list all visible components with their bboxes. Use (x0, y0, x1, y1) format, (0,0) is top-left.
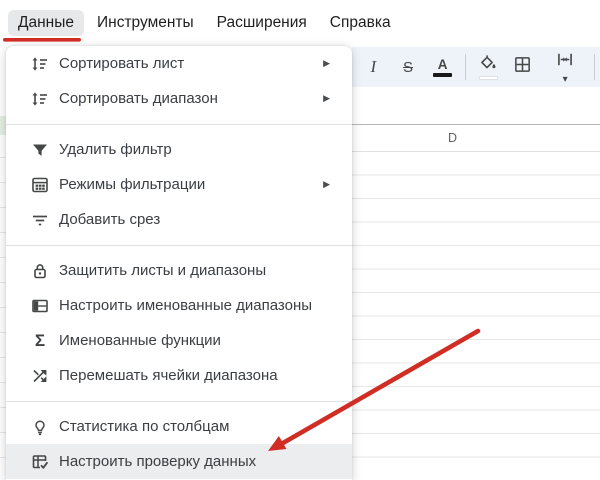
strikethrough-icon: S (403, 59, 413, 76)
submenu-caret-icon: ▶ (323, 58, 330, 69)
menu-tab-extensions[interactable]: Расширения (207, 10, 317, 36)
menu-item-protect-sheets[interactable]: Защитить листы и диапазоны (6, 253, 352, 288)
text-color-swatch (433, 73, 452, 77)
sheet-cells-area[interactable] (352, 152, 600, 480)
italic-button[interactable]: I (356, 51, 391, 83)
menu-item-label: Именованные функции (59, 332, 221, 349)
slicer-icon (30, 210, 50, 230)
google-sheets-window: D I S A (0, 0, 600, 480)
toolbar-divider (465, 54, 466, 80)
sort-range-icon (30, 89, 50, 109)
merge-dropdown-caret[interactable]: ▾ (563, 74, 568, 85)
menu-bar: Данные Инструменты Расширения Справка (0, 0, 600, 46)
menu-item-label: Перемешать ячейки диапазона (59, 367, 278, 384)
strikethrough-button[interactable]: S (391, 51, 426, 83)
submenu-caret-icon: ▶ (323, 179, 330, 190)
menu-item-label: Добавить срез (59, 211, 160, 228)
menu-item-data-validation[interactable]: Настроить проверку данных (6, 444, 352, 479)
menu-tab-tools[interactable]: Инструменты (87, 10, 204, 36)
text-color-icon: A (438, 58, 448, 71)
lock-icon (30, 261, 50, 281)
borders-button[interactable] (506, 51, 541, 83)
menu-item-named-ranges[interactable]: Настроить именованные диапазоны (6, 288, 352, 323)
fill-color-icon (479, 54, 497, 74)
menu-item-label: Настроить проверку данных (59, 453, 256, 470)
menu-tab-data[interactable]: Данные (8, 10, 84, 36)
merge-cells-icon (555, 50, 575, 74)
menu-divider (6, 237, 352, 253)
filter-icon (30, 140, 50, 160)
menu-item-label: Сортировать диапазон (59, 90, 218, 107)
menu-item-sort-range[interactable]: Сортировать диапазон ▶ (6, 81, 352, 116)
menu-divider (6, 116, 352, 132)
menu-item-label: Сортировать лист (59, 55, 184, 72)
menu-item-column-stats[interactable]: Статистика по столбцам (6, 409, 352, 444)
merge-cells-button[interactable]: ▾ (540, 51, 589, 83)
menu-item-label: Защитить листы и диапазоны (59, 262, 266, 279)
menu-item-sort-sheet[interactable]: Сортировать лист ▶ (6, 46, 352, 81)
menu-item-filter-views[interactable]: Режимы фильтрации ▶ (6, 167, 352, 202)
menu-tab-help[interactable]: Справка (320, 10, 401, 36)
data-validation-icon (30, 452, 50, 472)
menu-item-label: Настроить именованные диапазоны (59, 297, 312, 314)
data-menu-dropdown: Сортировать лист ▶ Сортировать диапазон … (6, 46, 352, 480)
menu-item-remove-filter[interactable]: Удалить фильтр (6, 132, 352, 167)
shuffle-icon (30, 366, 50, 386)
italic-icon: I (371, 57, 377, 77)
text-color-button[interactable]: A (425, 51, 460, 83)
menu-item-add-slicer[interactable]: Добавить срез (6, 202, 352, 237)
menu-divider (6, 393, 352, 409)
menu-item-label: Режимы фильтрации (59, 176, 205, 193)
column-header-d[interactable]: D (448, 131, 457, 145)
lightbulb-icon (30, 417, 50, 437)
fill-color-swatch (479, 76, 498, 80)
borders-icon (513, 55, 532, 79)
spreadsheet-grid[interactable]: D (352, 124, 600, 480)
formatting-toolbar: I S A (352, 47, 600, 87)
column-header-row[interactable]: D (352, 124, 600, 152)
sort-sheet-icon (30, 54, 50, 74)
menu-item-label: Удалить фильтр (59, 141, 172, 158)
sigma-icon: Σ (30, 331, 50, 351)
menu-item-named-functions[interactable]: Σ Именованные функции (6, 323, 352, 358)
submenu-caret-icon: ▶ (323, 93, 330, 104)
menu-item-label: Статистика по столбцам (59, 418, 229, 435)
fill-color-button[interactable] (471, 51, 506, 83)
filter-views-icon (30, 175, 50, 195)
menu-item-randomize-range[interactable]: Перемешать ячейки диапазона (6, 358, 352, 393)
toolbar-divider (594, 54, 595, 80)
named-ranges-icon (30, 296, 50, 316)
